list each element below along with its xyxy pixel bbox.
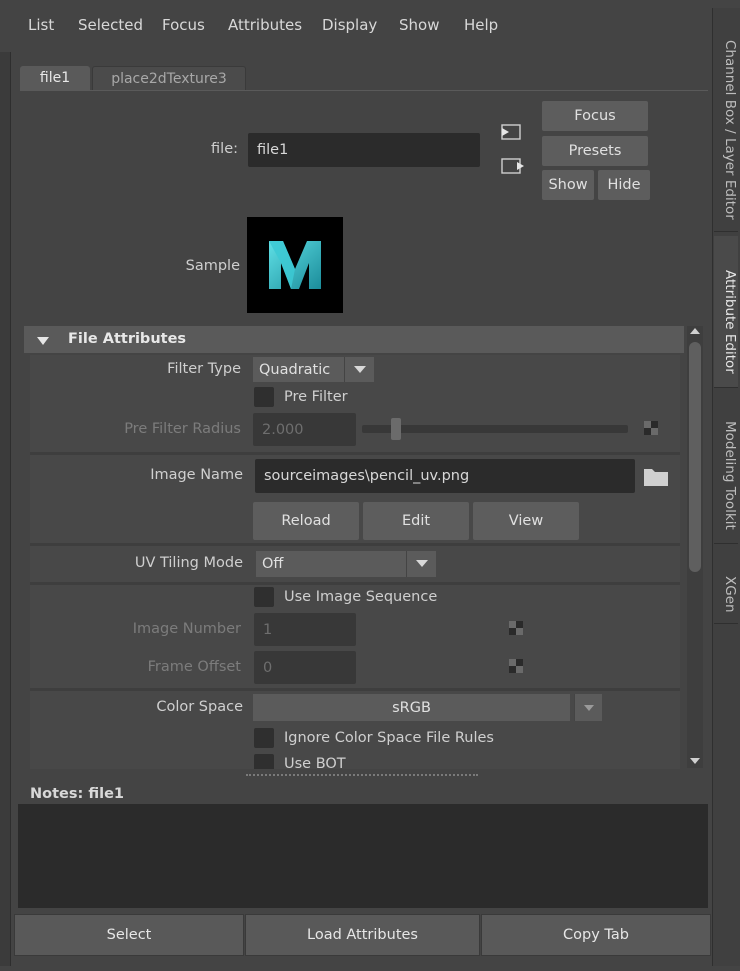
image-number-field[interactable]: 1 xyxy=(254,613,356,646)
side-tab-label: XGen xyxy=(722,576,738,613)
select-button[interactable]: Select xyxy=(14,914,244,956)
divider xyxy=(30,582,680,585)
notes-title: Notes: xyxy=(30,786,84,802)
frame-offset-field[interactable]: 0 xyxy=(254,651,356,684)
tab-place2dtexture3[interactable]: place2dTexture3 xyxy=(92,66,246,91)
scroll-down-icon[interactable] xyxy=(689,754,701,764)
notes-node-name: file1 xyxy=(88,786,125,802)
menu-focus[interactable]: Focus xyxy=(162,16,205,34)
divider xyxy=(30,688,680,691)
section-title: File Attributes xyxy=(68,331,187,347)
presets-button[interactable]: Presets xyxy=(542,136,648,166)
side-tab-channel-box[interactable]: Channel Box / Layer Editor xyxy=(714,12,738,232)
file-label: file: xyxy=(211,141,238,157)
uv-tiling-mode-dropdown[interactable]: Off xyxy=(256,551,406,577)
load-attributes-button[interactable]: Load Attributes xyxy=(245,914,480,956)
uv-tiling-mode-label: UV Tiling Mode xyxy=(134,555,243,571)
side-tab-label: Attribute Editor xyxy=(722,269,738,374)
slider-handle[interactable] xyxy=(391,418,401,440)
use-image-sequence-label: Use Image Sequence xyxy=(284,589,438,605)
output-connection-icon[interactable] xyxy=(500,156,526,176)
use-bot-checkbox[interactable] xyxy=(254,754,274,769)
file-attributes-section-header[interactable]: File Attributes xyxy=(24,326,684,353)
menu-show[interactable]: Show xyxy=(399,16,439,34)
map-button-icon[interactable] xyxy=(509,659,523,673)
show-button[interactable]: Show xyxy=(542,170,594,200)
pre-filter-radius-label: Pre Filter Radius xyxy=(124,421,241,437)
scrollbar-thumb[interactable] xyxy=(689,342,701,572)
sample-label: Sample xyxy=(185,258,240,274)
frame-offset-label: Frame Offset xyxy=(147,659,241,675)
use-image-sequence-checkbox[interactable] xyxy=(254,587,274,607)
chevron-down-icon[interactable] xyxy=(406,551,436,577)
map-button-icon[interactable] xyxy=(509,621,523,635)
color-space-dropdown[interactable]: sRGB xyxy=(253,694,570,721)
image-number-label: Image Number xyxy=(132,621,241,637)
left-panel-edge xyxy=(0,6,11,966)
menu-help[interactable]: Help xyxy=(464,16,498,34)
side-tab-label: Channel Box / Layer Editor xyxy=(722,39,738,220)
input-connection-icon[interactable] xyxy=(500,122,524,142)
menu-attributes[interactable]: Attributes xyxy=(228,16,302,34)
notes-textarea[interactable] xyxy=(18,804,708,908)
menu-selected[interactable]: Selected xyxy=(78,16,143,34)
view-button[interactable]: View xyxy=(473,502,579,540)
panel-splitter[interactable] xyxy=(246,774,478,779)
collapse-triangle-icon xyxy=(36,334,50,350)
ignore-color-space-checkbox[interactable] xyxy=(254,728,274,748)
tab-file1[interactable]: file1 xyxy=(20,66,90,90)
file-name-field[interactable]: file1 xyxy=(248,133,480,167)
chevron-down-icon[interactable] xyxy=(344,357,374,382)
scroll-up-icon[interactable] xyxy=(689,326,701,336)
tab-underline xyxy=(20,90,708,91)
divider xyxy=(30,452,680,455)
color-space-label: Color Space xyxy=(156,699,243,715)
ignore-color-space-label: Ignore Color Space File Rules xyxy=(284,730,494,746)
edit-button[interactable]: Edit xyxy=(363,502,469,540)
use-bot-row: Use BOT xyxy=(250,752,550,769)
map-button-icon[interactable] xyxy=(644,421,658,435)
hide-button[interactable]: Hide xyxy=(598,170,650,200)
pre-filter-radius-field[interactable]: 2.000 xyxy=(253,413,356,446)
maya-logo-icon xyxy=(269,241,321,289)
notes-label: Notes: file1 xyxy=(30,786,124,802)
filter-type-dropdown[interactable]: Quadratic xyxy=(253,357,344,382)
image-name-field[interactable]: sourceimages\pencil_uv.png xyxy=(255,459,635,493)
chevron-down-icon[interactable] xyxy=(574,694,602,721)
focus-button[interactable]: Focus xyxy=(542,101,648,131)
folder-icon[interactable] xyxy=(643,465,669,487)
filter-type-label: Filter Type xyxy=(167,361,241,377)
menu-display[interactable]: Display xyxy=(322,16,377,34)
side-tab-xgen[interactable]: XGen xyxy=(714,548,738,624)
side-tab-modeling-toolkit[interactable]: Modeling Toolkit xyxy=(714,392,738,544)
sample-swatch xyxy=(247,217,343,313)
pre-filter-checkbox[interactable] xyxy=(254,387,274,407)
side-tab-attribute-editor[interactable]: Attribute Editor xyxy=(714,236,738,388)
copy-tab-button[interactable]: Copy Tab xyxy=(481,914,711,956)
reload-button[interactable]: Reload xyxy=(253,502,359,540)
pre-filter-label: Pre Filter xyxy=(284,389,348,405)
pre-filter-radius-slider[interactable] xyxy=(362,425,628,433)
use-bot-label: Use BOT xyxy=(284,756,346,769)
divider xyxy=(30,543,680,546)
side-tab-label: Modeling Toolkit xyxy=(722,421,738,530)
menu-list[interactable]: List xyxy=(28,16,54,34)
image-name-label: Image Name xyxy=(150,467,243,483)
